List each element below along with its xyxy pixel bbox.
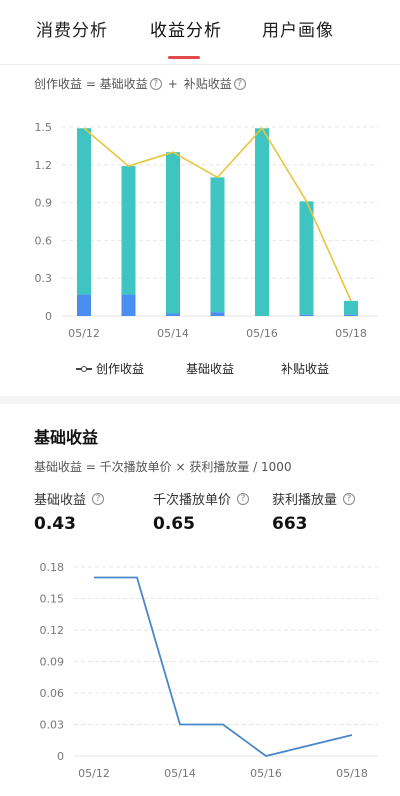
x-tick-label: 05/16: [246, 327, 278, 340]
legend-label-subsidy: 补贴收益: [281, 362, 330, 376]
y-tick-label: 0.6: [35, 234, 53, 247]
y-tick-label: 0.3: [35, 272, 53, 285]
section-divider: [0, 396, 400, 404]
bar-subsidy: [77, 294, 91, 316]
bar-subsidy: [344, 314, 358, 316]
base-income-formula: 基础收益 = 千次播放单价 × 获利播放量 / 1000: [34, 460, 292, 474]
legend-item-subsidy[interactable]: 补贴收益: [281, 360, 329, 377]
legend-label-creative: 创作收益: [96, 362, 145, 376]
x-tick-label: 05/14: [164, 767, 196, 780]
bar-base: [255, 128, 269, 316]
stat-label: 千次播放单价: [153, 493, 232, 508]
x-tick-label: 05/18: [335, 327, 367, 340]
y-tick-label: 0.12: [40, 624, 65, 637]
stat-value: 0.43: [34, 514, 76, 534]
line-dot-icon: [76, 364, 92, 374]
legend-label-base: 基础收益: [186, 362, 235, 376]
help-icon[interactable]: ?: [92, 492, 105, 505]
x-tick-label: 05/12: [78, 767, 110, 780]
y-tick-label: 0.09: [40, 656, 65, 669]
x-tick-label: 05/12: [68, 327, 100, 340]
x-tick-label: 05/14: [157, 327, 189, 340]
legend-item-creative[interactable]: 创作收益: [76, 360, 144, 377]
y-tick-label: 1.2: [35, 159, 53, 172]
bar-base: [210, 177, 225, 313]
stat-value: 0.65: [153, 514, 195, 534]
y-tick-label: 1.5: [35, 121, 53, 134]
income-chart-legend: 创作收益 基础收益 补贴收益: [0, 360, 400, 380]
bar-subsidy: [299, 314, 314, 316]
legend-item-base[interactable]: 基础收益: [186, 360, 234, 377]
section-title: 基础收益: [34, 428, 99, 447]
y-tick-label: 0.18: [40, 561, 65, 574]
help-icon[interactable]: ?: [343, 492, 356, 505]
stat-cpm-price: 千次播放单价 ? 0.65: [153, 489, 250, 534]
stat-profitable-plays: 获利播放量 ? 663: [272, 489, 356, 534]
y-tick-label: 0.15: [40, 593, 65, 606]
bar-base: [166, 152, 180, 314]
base-income-trend-line: [94, 576, 353, 757]
stat-label: 基础收益: [34, 493, 87, 508]
x-tick-label: 05/16: [250, 767, 282, 780]
bar-subsidy: [210, 312, 225, 316]
bar-subsidy: [121, 294, 136, 316]
bar-base: [299, 201, 314, 315]
y-tick-label: 0.9: [35, 197, 53, 210]
bar-base: [77, 128, 91, 295]
bar-base: [344, 300, 358, 315]
bar-subsidy: [166, 313, 180, 316]
y-tick-label: 0: [45, 310, 52, 323]
y-tick-label: 0.03: [40, 719, 65, 732]
stat-value: 663: [272, 514, 308, 534]
y-tick-label: 0: [57, 750, 64, 763]
income-bar-chart: 0 0.3 0.6 0.9 1.2 1.5 05/12 05/14 05/16 05/18: [35, 121, 378, 340]
bar-base: [121, 166, 136, 295]
y-tick-label: 0.06: [40, 687, 65, 700]
stat-label: 获利播放量: [272, 493, 338, 508]
stat-base-income: 基础收益 ? 0.43: [34, 489, 105, 534]
x-tick-label: 05/18: [336, 767, 368, 780]
help-icon[interactable]: ?: [237, 492, 250, 505]
